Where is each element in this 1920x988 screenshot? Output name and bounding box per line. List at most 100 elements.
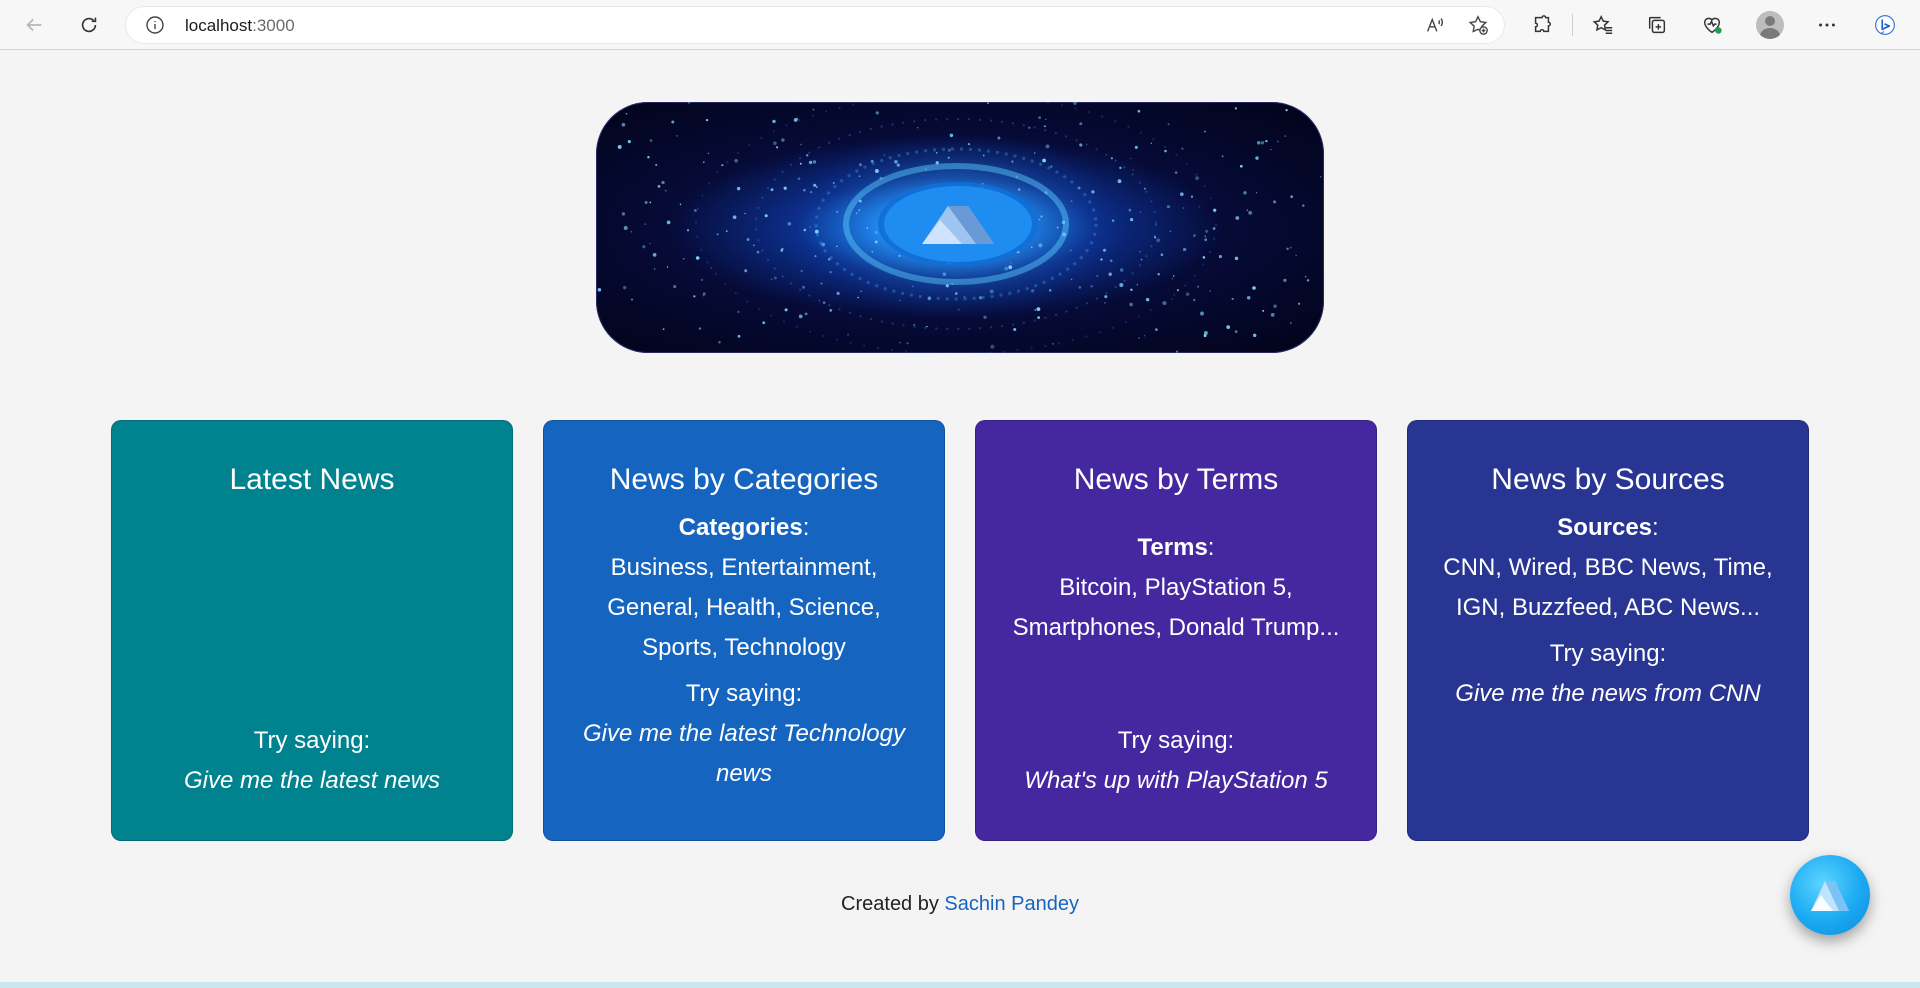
url-text[interactable]: localhost:3000: [185, 16, 295, 36]
copilot-icon[interactable]: [1865, 5, 1905, 45]
star-particle: [647, 156, 650, 159]
star-particle: [1038, 218, 1041, 221]
star-particle: [913, 323, 916, 326]
star-particle: [894, 160, 898, 164]
star-particle: [662, 328, 665, 330]
star-particle: [1145, 297, 1150, 302]
add-favorite-icon[interactable]: [1465, 12, 1491, 38]
card-news-by-terms[interactable]: News by Terms Terms: Bitcoin, PlayStatio…: [975, 420, 1377, 841]
star-particle: [802, 285, 806, 289]
star-particle: [1176, 289, 1179, 292]
star-particle: [947, 156, 950, 159]
star-particle: [1243, 191, 1247, 195]
refresh-icon[interactable]: [72, 8, 106, 42]
card-title: Latest News: [229, 463, 395, 496]
star-particle: [1108, 272, 1112, 276]
star-particle: [1044, 191, 1048, 195]
star-particle: [858, 175, 861, 177]
star-particle: [1192, 234, 1196, 238]
back-arrow-icon[interactable]: [17, 8, 51, 42]
star-particle: [1273, 304, 1277, 308]
star-particle: [1193, 298, 1196, 302]
star-particle: [655, 163, 658, 166]
star-particle: [827, 258, 831, 261]
star-particle: [1246, 209, 1248, 211]
browser-toolbar: localhost:3000: [0, 0, 1920, 50]
star-particle: [1260, 141, 1265, 145]
collections-icon[interactable]: [1640, 8, 1674, 42]
star-particle: [1034, 152, 1036, 154]
info-icon[interactable]: [145, 15, 165, 35]
star-particle: [1139, 250, 1142, 253]
star-particle: [925, 168, 927, 170]
star-particle: [917, 127, 919, 129]
star-particle: [821, 242, 826, 247]
extensions-icon[interactable]: [1525, 8, 1559, 42]
profile-icon[interactable]: [1756, 11, 1784, 39]
star-particle: [772, 119, 776, 124]
star-particle: [664, 189, 667, 192]
star-particle: [1196, 285, 1200, 288]
browser-essentials-icon[interactable]: [1695, 8, 1729, 42]
star-particle: [1179, 192, 1184, 197]
star-particle: [836, 245, 838, 248]
try-example: Give me the latest Technology news: [583, 720, 905, 787]
star-particle: [1129, 302, 1133, 307]
read-aloud-icon[interactable]: [1422, 12, 1448, 38]
star-particle: [1130, 288, 1133, 291]
star-particle: [1204, 130, 1206, 133]
star-particle: [1162, 301, 1167, 306]
star-particle: [703, 161, 705, 163]
star-particle: [951, 283, 953, 285]
list-label: Sources: [1557, 514, 1653, 541]
star-particle: [1252, 286, 1256, 290]
star-particle: [814, 229, 819, 234]
star-particle: [744, 212, 746, 215]
star-particle: [1202, 256, 1206, 259]
address-bar[interactable]: localhost:3000: [125, 6, 1505, 44]
star-particle: [1130, 218, 1134, 222]
star-particle: [1100, 258, 1103, 261]
url-host: localhost: [185, 16, 253, 35]
star-particle: [1204, 238, 1208, 242]
star-particle: [1103, 248, 1106, 252]
star-particle: [736, 186, 741, 191]
star-particle: [829, 309, 833, 312]
star-particle: [815, 186, 818, 188]
star-particle: [1034, 309, 1037, 311]
star-particle: [896, 163, 900, 167]
star-particle: [756, 250, 760, 254]
star-particle: [781, 138, 785, 142]
alan-assistant-button[interactable]: [1790, 855, 1870, 935]
star-particle: [857, 296, 859, 299]
star-particle: [898, 254, 901, 257]
star-particle: [1157, 272, 1160, 276]
star-particle: [978, 296, 983, 300]
star-particle: [718, 341, 721, 344]
star-particle: [1166, 205, 1170, 209]
star-particle: [1226, 325, 1231, 329]
star-particle: [707, 152, 710, 155]
card-latest-news[interactable]: Latest News Try saying: Give me the late…: [111, 420, 513, 841]
more-icon[interactable]: [1810, 8, 1844, 42]
favorites-icon[interactable]: [1586, 8, 1620, 42]
star-particle: [955, 292, 958, 295]
card-news-by-sources[interactable]: News by Sources Sources: CNN, Wired, BBC…: [1407, 420, 1809, 841]
star-particle: [808, 160, 813, 165]
star-particle: [858, 209, 861, 212]
star-particle: [1154, 236, 1157, 239]
star-particle: [899, 342, 901, 344]
star-particle: [649, 242, 651, 245]
star-particle: [935, 161, 939, 165]
author-link[interactable]: Sachin Pandey: [944, 893, 1079, 915]
list-label: Terms: [1137, 534, 1208, 561]
star-particle: [797, 177, 801, 181]
star-particle: [1132, 169, 1134, 171]
alan-assistant-icon: [1811, 881, 1849, 911]
star-particle: [783, 186, 787, 190]
star-particle: [829, 271, 832, 274]
star-particle: [912, 285, 914, 288]
star-particle: [942, 272, 947, 276]
star-particle: [621, 122, 626, 127]
card-news-by-categories[interactable]: News by Categories Categories: Business,…: [543, 420, 945, 841]
